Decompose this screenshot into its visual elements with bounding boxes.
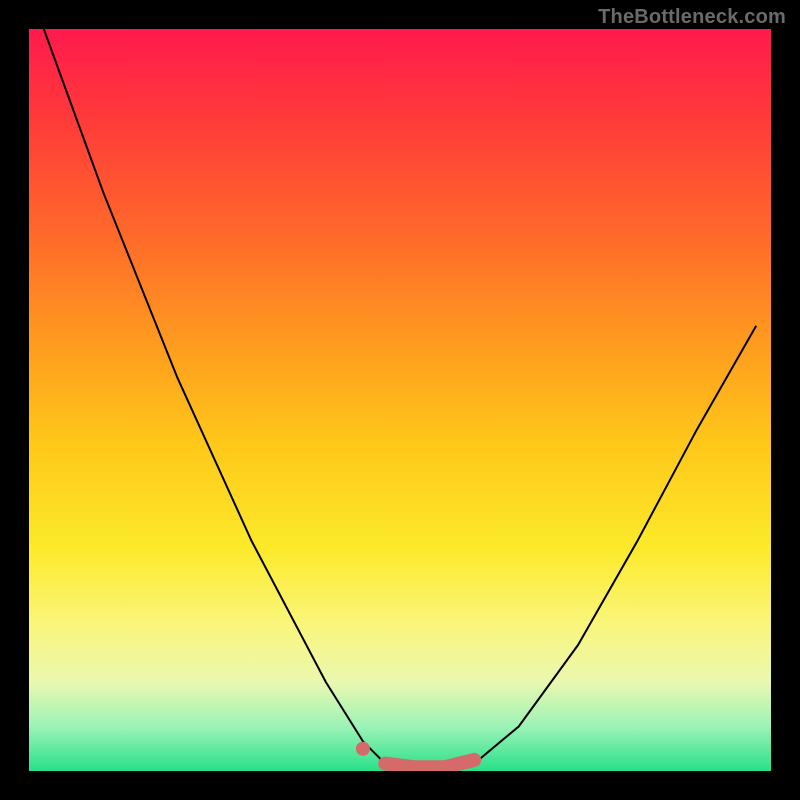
curve-right xyxy=(474,326,756,764)
highlight-dot xyxy=(356,742,370,756)
plot-area xyxy=(29,29,771,771)
highlight-flat xyxy=(385,760,474,767)
curve-left xyxy=(44,29,385,764)
outer-frame: TheBottleneck.com xyxy=(0,0,800,800)
curve-svg xyxy=(29,29,771,771)
watermark-text: TheBottleneck.com xyxy=(598,6,786,29)
